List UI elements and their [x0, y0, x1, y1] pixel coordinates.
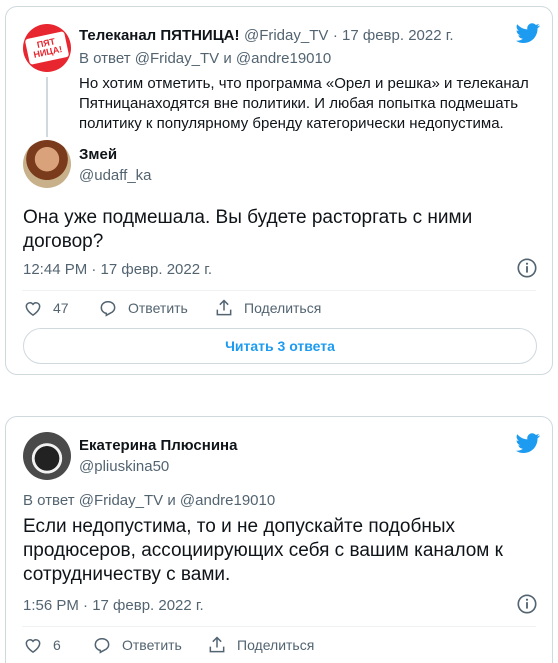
author-name[interactable]: Змей [79, 146, 117, 163]
heart-icon [25, 639, 41, 653]
zmey-avatar[interactable] [23, 140, 71, 188]
tweet-text: Она уже подмешала. Вы будете расторгать … [23, 207, 473, 252]
divider [22, 626, 536, 627]
info-icon[interactable] [516, 257, 538, 279]
reply-user-link[interactable]: @andre19010 [180, 492, 275, 509]
tweet-timestamp[interactable]: 12:44 PM · 17 февр. 2022 г. [23, 261, 212, 278]
twitter-bird-icon[interactable] [516, 21, 540, 45]
reply-user-link[interactable]: @Friday_TV [135, 50, 219, 67]
ekaterina-avatar[interactable] [23, 432, 71, 480]
author-handle[interactable]: @udaff_ka [79, 167, 152, 184]
share-icon [216, 299, 232, 316]
author-handle[interactable]: @pliuskina50 [79, 458, 169, 475]
friday-logo: ПЯТ НИЦА! [24, 31, 70, 65]
thread-line [46, 77, 48, 137]
reply-user-link[interactable]: @Friday_TV [79, 492, 163, 509]
divider [22, 290, 536, 291]
friday-tv-avatar[interactable]: ПЯТ НИЦА! [23, 24, 71, 72]
reply-label: Ответить [128, 300, 188, 316]
parent-author-name[interactable]: Телеканал ПЯТНИЦА! [79, 27, 240, 44]
author-name[interactable]: Екатерина Плюснина [79, 437, 237, 454]
like-count: 47 [53, 300, 69, 316]
parent-tweet-header: Телеканал ПЯТНИЦА! @Friday_TV · 17 февр.… [79, 27, 454, 45]
parent-author-handle[interactable]: @Friday_TV [244, 27, 328, 44]
reply-context: В ответ @Friday_TV и @andre19010 [23, 492, 276, 509]
reply-user-link[interactable]: @andre19010 [236, 50, 331, 67]
reply-bubble-icon [94, 638, 110, 654]
info-icon[interactable] [516, 593, 538, 615]
like-button[interactable]: 47 [23, 298, 69, 318]
embedded-tweet-card-1: ПЯТ НИЦА! Телеканал ПЯТНИЦА! @Friday_TV … [5, 6, 553, 375]
like-button[interactable]: 6 [23, 635, 61, 655]
like-count: 6 [53, 637, 61, 653]
share-label: Поделиться [244, 300, 322, 316]
reply-label: Ответить [122, 637, 182, 653]
twitter-bird-icon[interactable] [516, 431, 540, 455]
embedded-tweet-card-2: Екатерина Плюснина @pliuskina50 В ответ … [5, 416, 553, 663]
share-button[interactable]: Поделиться [214, 298, 321, 318]
reply-button[interactable]: Ответить [98, 298, 188, 318]
tweet-text: Если недопустима, то и не допускайте под… [23, 516, 503, 585]
heart-icon [25, 302, 41, 316]
share-button[interactable]: Поделиться [207, 635, 314, 655]
parent-tweet-date[interactable]: · 17 февр. 2022 г. [333, 27, 454, 44]
parent-reply-context: В ответ @Friday_TV и @andre19010 [79, 50, 332, 67]
tweet-timestamp[interactable]: 1:56 PM · 17 февр. 2022 г. [23, 597, 204, 614]
share-icon [209, 636, 225, 653]
parent-tweet-text: Но хотим отметить, что программа «Орел и… [79, 75, 529, 132]
reply-bubble-icon [100, 301, 116, 317]
share-label: Поделиться [237, 637, 315, 653]
read-replies-button[interactable]: Читать 3 ответа [23, 328, 537, 364]
reply-button[interactable]: Ответить [92, 635, 182, 655]
